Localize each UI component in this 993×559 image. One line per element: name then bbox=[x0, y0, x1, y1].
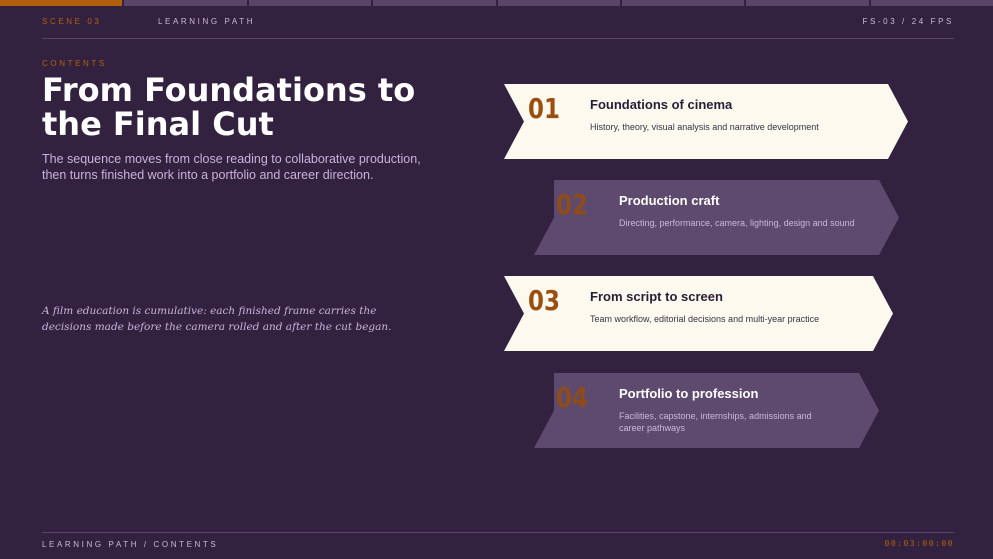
step-description: History, theory, visual analysis and nar… bbox=[590, 122, 819, 132]
step-card-script[interactable]: 03 From script to screen Team workflow, … bbox=[504, 276, 893, 351]
step-number: 03 bbox=[528, 284, 560, 317]
scene-label: SCENE 03 bbox=[42, 17, 102, 26]
step-card-production[interactable]: 02 Production craft Directing, performan… bbox=[534, 180, 899, 255]
step-description: Team workflow, editorial decisions and m… bbox=[590, 314, 820, 324]
step-description: Facilities, capstone, internships, admis… bbox=[619, 411, 812, 433]
progress-segment bbox=[373, 0, 496, 6]
step-description: Directing, performance, camera, lighting… bbox=[619, 218, 855, 228]
step-number: 01 bbox=[528, 92, 560, 125]
frame-rate-label: FS-03 / 24 FPS bbox=[862, 17, 954, 26]
progress-segment bbox=[248, 0, 372, 6]
scene-progress-bar bbox=[0, 0, 993, 6]
step-title: Portfolio to profession bbox=[619, 386, 759, 401]
page-subtitle: The sequence moves from close reading to… bbox=[42, 152, 421, 182]
footer-divider bbox=[42, 532, 954, 533]
progress-segment bbox=[497, 0, 620, 6]
header-divider bbox=[42, 38, 954, 39]
step-title: Foundations of cinema bbox=[590, 97, 733, 112]
step-card-foundations[interactable]: 01 Foundations of cinema History, theory… bbox=[504, 84, 908, 159]
progress-segment bbox=[124, 0, 247, 6]
progress-segment bbox=[0, 0, 123, 6]
contents-kicker: CONTENTS bbox=[42, 59, 107, 68]
page-title: From Foundations to the Final Cut bbox=[42, 71, 416, 143]
step-title: From script to screen bbox=[590, 289, 723, 304]
timecode: 00:03:00:00 bbox=[884, 539, 954, 548]
progress-segment bbox=[746, 0, 869, 6]
step-number: 02 bbox=[556, 188, 588, 221]
header-bar: SCENE 03 LEARNING PATH FS-03 / 24 FPS bbox=[42, 17, 954, 29]
step-number: 04 bbox=[556, 381, 588, 414]
progress-segment bbox=[621, 0, 745, 6]
pull-quote: A film education is cumulative: each fin… bbox=[42, 305, 392, 333]
progress-segment bbox=[870, 0, 993, 6]
step-card-portfolio[interactable]: 04 Portfolio to profession Facilities, c… bbox=[534, 373, 879, 448]
step-title: Production craft bbox=[619, 193, 720, 208]
section-label: LEARNING PATH bbox=[158, 17, 256, 26]
footer-breadcrumb: LEARNING PATH / CONTENTS bbox=[42, 540, 219, 549]
